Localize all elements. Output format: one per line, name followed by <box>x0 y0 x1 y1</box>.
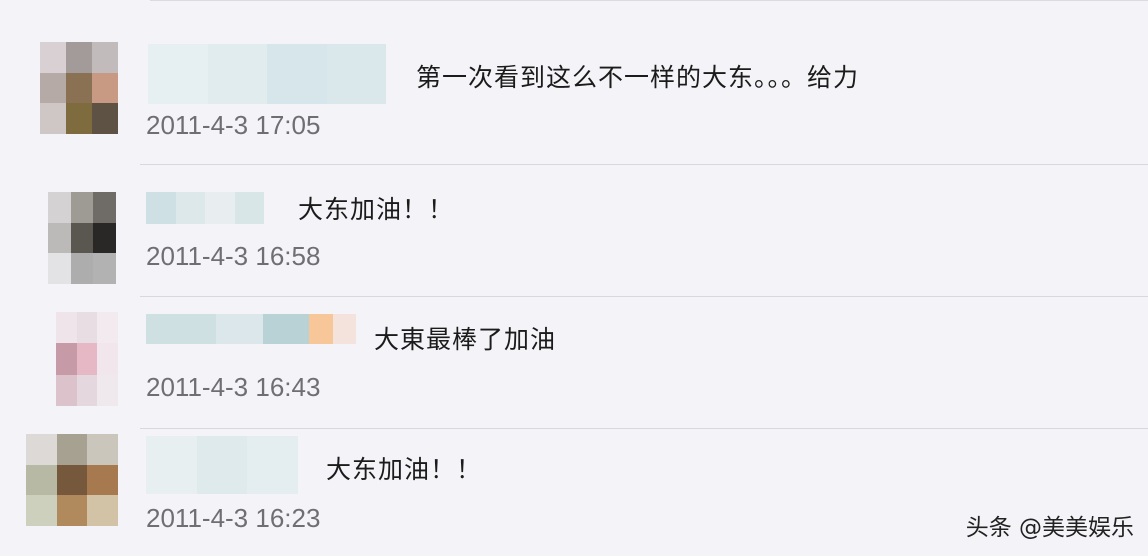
comment-timestamp: 2011-4-3 17:05 <box>146 110 321 140</box>
avatar[interactable] <box>40 42 118 134</box>
comment-text: 大东加油！！ <box>298 195 455 224</box>
username-blurred[interactable] <box>148 44 386 104</box>
comment-text: 第一次看到这么不一样的大东。。。给力 <box>416 63 860 92</box>
comment-text: 大東最棒了加油 <box>374 325 557 354</box>
avatar[interactable] <box>56 312 118 406</box>
top-divider <box>150 0 1148 1</box>
comment-divider <box>140 428 1148 429</box>
comment-divider <box>140 164 1148 165</box>
avatar[interactable] <box>26 434 118 526</box>
watermark: 头条 @美美娱乐 <box>965 515 1134 541</box>
username-blurred[interactable] <box>146 192 264 224</box>
comment-timestamp: 2011-4-3 16:23 <box>146 503 321 533</box>
comment-divider <box>140 296 1148 297</box>
username-blurred[interactable] <box>146 436 299 494</box>
comment-text: 大东加油！！ <box>326 455 483 484</box>
comment-timestamp: 2011-4-3 16:58 <box>146 241 321 271</box>
avatar[interactable] <box>48 192 116 284</box>
comment-timestamp: 2011-4-3 16:43 <box>146 372 321 402</box>
username-blurred[interactable] <box>146 314 356 344</box>
